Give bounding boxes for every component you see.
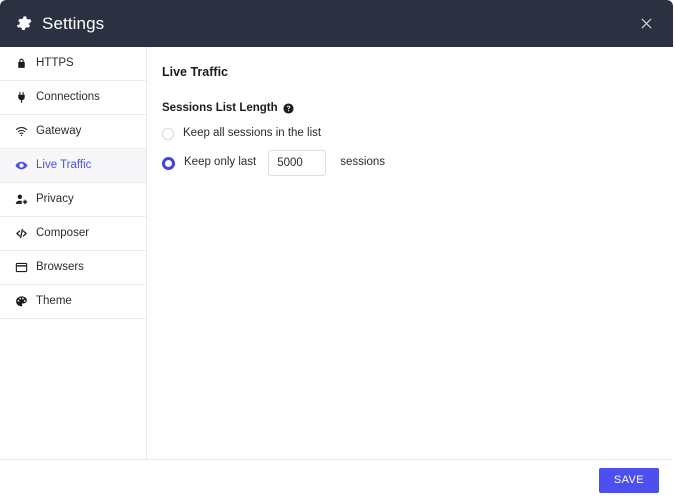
sessions-unit-label: sessions (340, 156, 385, 169)
window-icon (15, 261, 28, 274)
lock-icon (15, 57, 28, 70)
help-circle-icon[interactable] (283, 103, 294, 114)
sidebar-item-label: Gateway (36, 124, 82, 137)
plug-icon (15, 91, 28, 104)
sidebar-item-label: Composer (36, 226, 90, 239)
gear-icon (15, 15, 32, 32)
sessions-list-length-label: Sessions List Length (162, 101, 278, 114)
code-icon (15, 227, 28, 240)
palette-icon (15, 295, 28, 308)
sidebar-item-label: Live Traffic (36, 158, 92, 171)
sidebar-item-composer[interactable]: Composer (0, 217, 146, 251)
window-title: Settings (42, 14, 105, 33)
sidebar-item-live-traffic[interactable]: Live Traffic (0, 149, 146, 183)
sidebar-item-gateway[interactable]: Gateway (0, 115, 146, 149)
eye-icon (15, 159, 28, 172)
save-button[interactable]: SAVE (598, 467, 659, 493)
settings-dialog: Settings HTTPS Connections Gateway Live … (0, 0, 673, 500)
sidebar-item-label: Theme (36, 294, 72, 307)
option-keep-all-row[interactable]: Keep all sessions in the list (162, 128, 653, 140)
page-title: Live Traffic (162, 65, 228, 79)
settings-sidebar: HTTPS Connections Gateway Live Traffic P… (0, 47, 147, 459)
option-keep-all-label: Keep all sessions in the list (183, 127, 322, 140)
sidebar-item-label: HTTPS (36, 56, 74, 69)
close-icon (641, 18, 651, 29)
sessions-count-input[interactable] (268, 150, 327, 176)
sessions-list-length-label-row: Sessions List Length (162, 101, 653, 115)
dialog-body: HTTPS Connections Gateway Live Traffic P… (0, 47, 673, 459)
radio-keep-last[interactable] (162, 156, 175, 170)
radio-keep-all[interactable] (162, 128, 174, 140)
sidebar-item-privacy[interactable]: Privacy (0, 183, 146, 217)
sidebar-item-label: Privacy (36, 192, 74, 205)
sidebar-item-theme[interactable]: Theme (0, 285, 146, 319)
sidebar-item-https[interactable]: HTTPS (0, 47, 146, 81)
sidebar-item-label: Connections (36, 90, 100, 103)
title-bar: Settings (0, 0, 673, 47)
dialog-footer: SAVE (0, 459, 673, 500)
option-keep-last-label: Keep only last (184, 156, 257, 169)
close-button[interactable] (635, 13, 657, 35)
sidebar-item-connections[interactable]: Connections (0, 81, 146, 115)
title-bar-left: Settings (15, 15, 104, 32)
option-keep-last-row[interactable]: Keep only last sessions (162, 150, 653, 176)
sidebar-item-label: Browsers (36, 260, 84, 273)
sidebar-item-browsers[interactable]: Browsers (0, 251, 146, 285)
settings-content: Live Traffic Sessions List Length Keep a… (147, 47, 673, 459)
user-gear-icon (15, 193, 28, 206)
wifi-icon (15, 125, 28, 138)
